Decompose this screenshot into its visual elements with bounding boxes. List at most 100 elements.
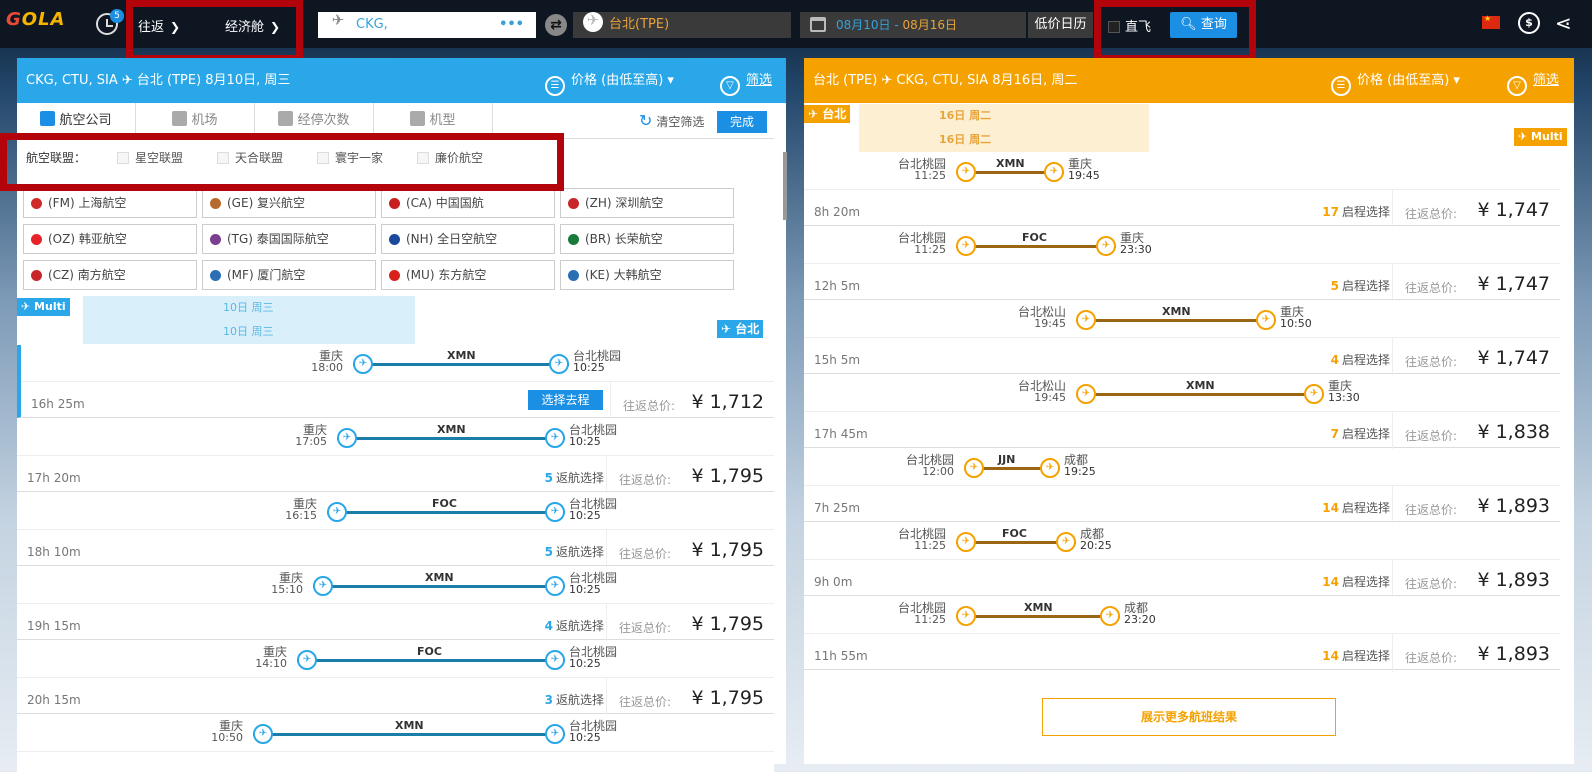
arrival-time: 13:30 xyxy=(1328,391,1360,404)
return-panel: 台北 (TPE) ✈ CKG, CTU, SIA 8月16日, 周二 ☰ 价格 (… xyxy=(804,58,1574,764)
flight-card[interactable]: 重庆 16:15 ✈ ✈ FOC 台北桃园 10:25 18h 10m 5 返航选择 往返总价: ¥ … xyxy=(17,493,774,568)
to-input[interactable]: ✈ 台北(TPE) xyxy=(573,12,791,38)
airline-filter-3[interactable]: (ZH) 深圳航空 xyxy=(560,188,734,218)
takeoff-icon: ✈ xyxy=(328,12,348,32)
flight-card[interactable]: 重庆 15:10 ✈ ✈ XMN 台北桃园 10:25 19h 15m 4 返航选择 往返总价: ¥ … xyxy=(17,567,774,642)
from-input[interactable]: ✈ CKG, ••• xyxy=(318,12,536,38)
list-icon: ☰ xyxy=(545,76,565,96)
route-line xyxy=(1076,393,1324,396)
choose-count[interactable]: 7 启程选择 xyxy=(1331,425,1390,442)
route-line xyxy=(1076,319,1276,322)
more-dots-icon[interactable]: ••• xyxy=(499,12,524,38)
departure: 台北桃园 11:25 xyxy=(866,602,946,626)
sort-dropdown[interactable]: ☰ 价格 (由低至高) ▾ xyxy=(1331,58,1460,103)
airline-filter-4[interactable]: (OZ) 韩亚航空 xyxy=(23,224,197,254)
choose-count-number: 14 xyxy=(1322,649,1339,663)
choose-label: 返航选择 xyxy=(555,619,604,633)
flight-card[interactable]: 台北桃园 11:25 ✈ ✈ FOC 成都 20:25 9h 0m 14 启程选择 往返总价: ¥ 1… xyxy=(804,523,1560,598)
airline-filter-8[interactable]: (CZ) 南方航空 xyxy=(23,260,197,290)
arrival-time: 10:50 xyxy=(1280,317,1312,330)
select-outbound-button[interactable]: 选择去程 xyxy=(528,390,603,410)
divider xyxy=(1392,486,1393,524)
airline-filter-6[interactable]: (NH) 全日空航空 xyxy=(381,224,555,254)
total-price-label: 往返总价: xyxy=(619,621,672,635)
logo[interactable]: GOLA xyxy=(6,9,86,39)
airline-filter-10[interactable]: (MU) 东方航空 xyxy=(381,260,555,290)
date-row: 10日 周三 xyxy=(83,296,415,320)
flight-card[interactable]: 重庆18:00✈✈XMN台北桃园10:2516h 25m8返航选择选择去程往返总… xyxy=(17,345,774,420)
low-price-calendar-button[interactable]: 低价日历 xyxy=(1028,12,1093,38)
airline-logo-icon xyxy=(210,270,221,281)
choose-count[interactable]: 4 启程选择 xyxy=(1331,351,1390,368)
scrollbar[interactable] xyxy=(783,152,787,220)
total-price: ¥ 1,747 xyxy=(1477,199,1550,221)
choose-count[interactable]: 14 启程选择 xyxy=(1322,573,1390,590)
done-button[interactable]: 完成 xyxy=(717,111,767,133)
flight-duration: 19h 15m xyxy=(27,619,81,633)
total-price-label: 往返总价: xyxy=(1405,577,1458,591)
via-airport: FOC xyxy=(432,497,457,510)
flight-card[interactable]: 台北桃园 12:00 ✈ ✈ JJN 成都 19:25 7h 25m 14 启程选择 往返总价: ¥ … xyxy=(804,449,1560,524)
airline-filter-7[interactable]: (BR) 长荣航空 xyxy=(560,224,734,254)
choose-count[interactable]: 14 启程选择 xyxy=(1322,647,1390,664)
swap-icon[interactable]: ⇄ xyxy=(545,14,567,36)
choose-count[interactable]: 5 启程选择 xyxy=(1331,277,1390,294)
choose-label: 启程选择 xyxy=(1341,575,1390,589)
arrival: 成都 20:25 xyxy=(1080,528,1160,552)
choose-count-number: 4 xyxy=(1330,353,1339,367)
filter-link[interactable]: ▽ 筛选 xyxy=(720,58,772,103)
flight-card[interactable]: 台北桃园 11:25 ✈ ✈ XMN 重庆 19:45 8h 20m 17 启程选择 往返总价: ¥ … xyxy=(804,153,1560,228)
airline-name: (TG) 泰国国际航空 xyxy=(227,232,329,246)
via-airport: XMN xyxy=(1024,601,1053,614)
airline-filter-0[interactable]: (FM) 上海航空 xyxy=(23,188,197,218)
clear-filter-button[interactable]: ↻ 清空筛选 xyxy=(639,111,704,130)
divider xyxy=(1392,190,1393,228)
plane-icon: ✈ xyxy=(721,322,736,336)
choose-count[interactable]: 4 返航选择 xyxy=(545,617,604,634)
date-input[interactable]: 08月10日 - 08月16日 xyxy=(800,12,1026,38)
via-airport: XMN xyxy=(996,157,1025,170)
flight-card[interactable]: 重庆 14:10 ✈ ✈ FOC 台北桃园 10:25 20h 15m 3 返航选择 往返总价: ¥ … xyxy=(17,641,774,716)
route-row: 台北松山 19:45 ✈ ✈ XMN 重庆 10:50 xyxy=(804,301,1560,338)
choose-count[interactable]: 5 返航选择 xyxy=(545,469,604,486)
airline-filter-11[interactable]: (KE) 大韩航空 xyxy=(560,260,734,290)
choose-count[interactable]: 3 返航选择 xyxy=(545,691,604,708)
total-price: ¥ 1,893 xyxy=(1477,643,1550,665)
arrival: 成都 19:25 xyxy=(1064,454,1144,478)
show-more-button[interactable]: 展示更多航班结果 xyxy=(1042,698,1336,736)
flight-card[interactable]: 重庆 17:05 ✈ ✈ XMN 台北桃园 10:25 17h 20m 5 返航选择 往返总价: ¥ … xyxy=(17,419,774,494)
choose-count[interactable]: 14 启程选择 xyxy=(1322,499,1390,516)
total-price: ¥ 1,838 xyxy=(1477,421,1550,443)
flight-card[interactable]: 重庆 10:50 ✈ ✈ XMN 台北桃园 10:25 xyxy=(17,715,774,772)
sort-dropdown[interactable]: ☰ 价格 (由低至高) ▾ xyxy=(545,58,674,103)
filter-icon: ▽ xyxy=(720,76,740,96)
total-price: ¥ 1,795 xyxy=(691,687,764,709)
airline-logo-icon xyxy=(31,234,42,245)
airline-filter-5[interactable]: (TG) 泰国国际航空 xyxy=(202,224,376,254)
choose-count[interactable]: 17 启程选择 xyxy=(1322,203,1390,220)
airline-name: (MF) 厦门航空 xyxy=(227,268,306,282)
chevron-down-icon: ▾ xyxy=(1453,73,1460,88)
airline-filter-1[interactable]: (GE) 复兴航空 xyxy=(202,188,376,218)
airline-filter-2[interactable]: (CA) 中国国航 xyxy=(381,188,555,218)
choose-count[interactable]: 5 返航选择 xyxy=(545,543,604,560)
departure-time: 12:00 xyxy=(922,465,954,478)
flight-card[interactable]: 台北桃园 11:25 ✈ ✈ FOC 重庆 23:30 12h 5m 5 启程选择 往返总价: ¥ 1… xyxy=(804,227,1560,302)
route-line xyxy=(297,659,565,662)
flight-card[interactable]: 台北松山 19:45 ✈ ✈ XMN 重庆 10:50 15h 5m 4 启程选择 往返总价: ¥ 1… xyxy=(804,301,1560,376)
airline-filter-9[interactable]: (MF) 厦门航空 xyxy=(202,260,376,290)
filter-link[interactable]: ▽ 筛选 xyxy=(1507,58,1559,103)
plane-icon: ✈ xyxy=(956,606,976,626)
flight-card[interactable]: 台北桃园 11:25 ✈ ✈ XMN 成都 23:20 11h 55m 14 启程选择 往返总价: ¥… xyxy=(804,597,1560,672)
flight-card[interactable]: 台北松山 19:45 ✈ ✈ XMN 重庆 13:30 17h 45m 7 启程选择 往返总价: ¥ … xyxy=(804,375,1560,450)
arrival-time: 23:30 xyxy=(1120,243,1152,256)
arrival-time: 10:25 xyxy=(569,731,601,744)
divider xyxy=(610,382,611,420)
total-price-label: 往返总价: xyxy=(619,695,672,709)
share-icon[interactable]: ⋖ xyxy=(1555,11,1572,35)
china-flag-icon[interactable] xyxy=(1482,14,1500,29)
to-value: 台北(TPE) xyxy=(609,17,670,32)
currency-icon[interactable]: $ xyxy=(1518,12,1540,34)
calendar-icon xyxy=(810,17,826,32)
flight-duration: 17h 45m xyxy=(814,427,868,441)
